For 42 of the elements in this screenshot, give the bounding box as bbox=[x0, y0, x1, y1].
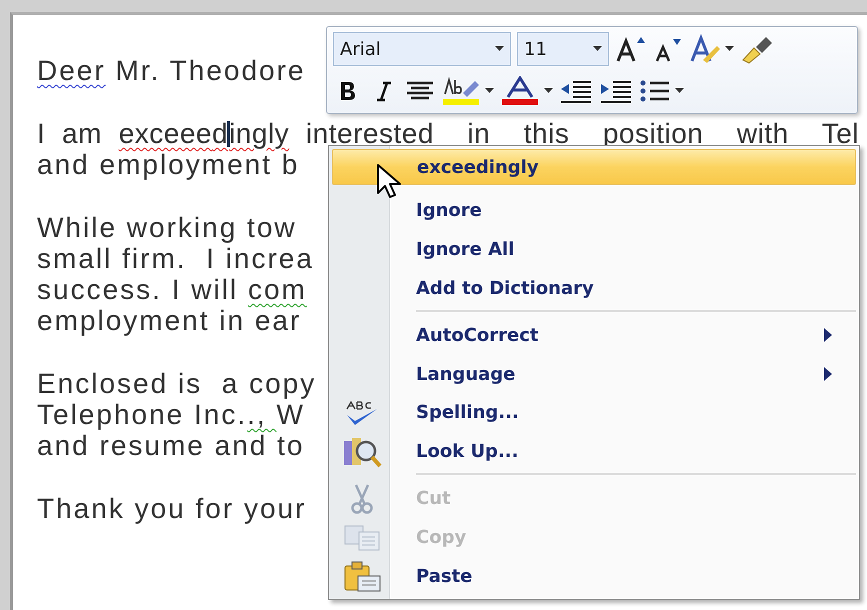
menu-item[interactable]: Ignore All bbox=[332, 230, 856, 269]
bold-icon[interactable] bbox=[338, 80, 358, 102]
document-text-line: While working tow bbox=[37, 212, 297, 243]
menu-item[interactable]: Language bbox=[332, 354, 856, 394]
dropdown-arrow-icon[interactable] bbox=[675, 88, 684, 94]
increase-indent-icon[interactable] bbox=[599, 79, 633, 103]
dropdown-arrow-icon[interactable] bbox=[544, 88, 553, 94]
format-painter-icon[interactable] bbox=[740, 34, 774, 64]
align-center-icon[interactable] bbox=[405, 80, 435, 102]
dropdown-arrow-icon[interactable] bbox=[725, 46, 734, 52]
dropdown-arrow-icon[interactable] bbox=[495, 46, 504, 52]
dropdown-arrow-icon[interactable] bbox=[485, 88, 494, 94]
document-text-line: and employment b bbox=[37, 149, 300, 180]
menu-item[interactable]: Look Up... bbox=[332, 432, 856, 472]
copy-icon bbox=[343, 524, 381, 552]
document-text-line: success. I will com bbox=[37, 274, 307, 305]
text-styles-icon[interactable] bbox=[689, 34, 721, 64]
font-size-dropdown[interactable]: 11 bbox=[517, 32, 609, 66]
spelling-suggestion[interactable]: exceedingly bbox=[332, 149, 856, 186]
font-color-icon[interactable] bbox=[500, 76, 540, 106]
document-text-line: Thank you for your bbox=[37, 493, 306, 524]
bullet-list-icon[interactable] bbox=[639, 79, 671, 103]
menu-item[interactable]: AutoCorrect bbox=[332, 316, 856, 355]
paste-icon bbox=[342, 560, 382, 593]
document-text-line: Telephone Inc.., W bbox=[37, 399, 305, 430]
document-text-line: Enclosed is a copy bbox=[37, 368, 316, 399]
document-text-line: I am exceeedingly interested in this position with Tel bbox=[37, 118, 859, 149]
document-text-line: small firm. I increa bbox=[37, 243, 314, 274]
menu-item[interactable]: Spelling... bbox=[332, 394, 856, 432]
font-name-dropdown[interactable]: Arial bbox=[333, 32, 511, 66]
menu-item[interactable]: Paste bbox=[332, 557, 856, 596]
menu-item[interactable]: Add to Dictionary bbox=[332, 268, 856, 308]
dropdown-arrow-icon[interactable] bbox=[593, 46, 602, 52]
grow-font-icon[interactable] bbox=[615, 35, 647, 63]
decrease-indent-icon[interactable] bbox=[559, 79, 593, 103]
highlighter-icon[interactable] bbox=[441, 76, 481, 106]
document-text-line: employment in ear bbox=[37, 305, 302, 336]
scissors-icon bbox=[349, 482, 375, 515]
menu-item[interactable]: Ignore bbox=[332, 191, 856, 230]
document-text-line: Deer Mr. Theodore bbox=[37, 55, 306, 86]
document-text-line: and resume and to bbox=[37, 430, 304, 461]
italic-icon[interactable] bbox=[374, 80, 394, 102]
